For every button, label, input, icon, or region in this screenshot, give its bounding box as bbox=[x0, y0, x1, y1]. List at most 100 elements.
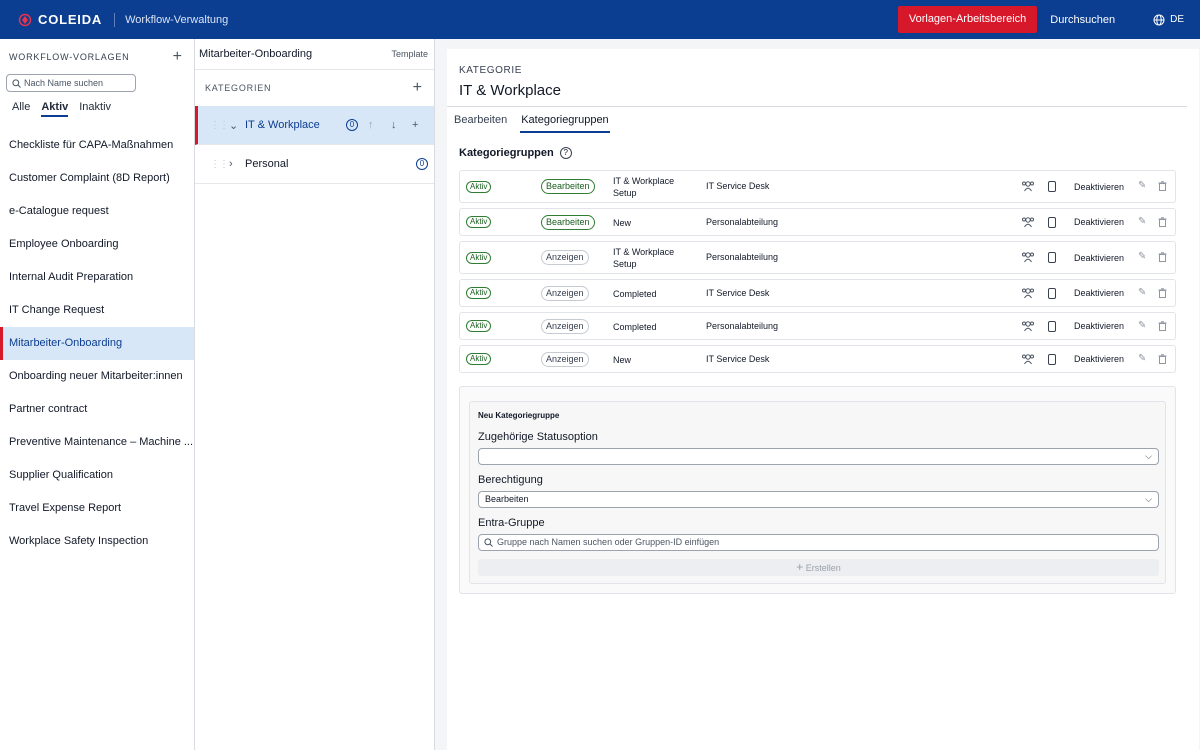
globe-icon bbox=[1153, 14, 1165, 25]
entra-group: IT Service Desk bbox=[706, 354, 770, 364]
group-row: Aktiv Bearbeiten IT & Workplace Setup IT… bbox=[459, 170, 1176, 203]
group-row: Aktiv Anzeigen Completed IT Service Desk… bbox=[459, 279, 1176, 307]
templates-sidebar: WORKFLOW-VORLAGEN + Nach Name suchen All… bbox=[0, 39, 195, 750]
status-option: IT & Workplace Setup bbox=[613, 176, 675, 198]
language-switcher[interactable]: DE bbox=[1153, 14, 1184, 26]
trash-icon[interactable] bbox=[1158, 321, 1167, 333]
device-icon[interactable] bbox=[1048, 354, 1056, 365]
logo-mark-icon bbox=[18, 13, 32, 26]
pencil-icon[interactable]: ✎ bbox=[1138, 251, 1146, 262]
template-list-item[interactable]: Partner contract bbox=[0, 393, 194, 426]
section-title-text: Kategoriegruppen bbox=[459, 147, 554, 159]
people-icon[interactable] bbox=[1021, 215, 1035, 231]
permission-badge: Bearbeiten bbox=[541, 179, 595, 194]
pencil-icon[interactable]: ✎ bbox=[1138, 287, 1146, 298]
template-list-item[interactable]: Customer Complaint (8D Report) bbox=[0, 162, 194, 195]
entra-group-search-input[interactable]: Gruppe nach Namen suchen oder Gruppen-ID… bbox=[478, 534, 1159, 551]
new-category-group-form: Neu Kategoriegruppe Zugehörige Statusopt… bbox=[469, 401, 1166, 584]
template-list-item[interactable]: Workplace Safety Inspection bbox=[0, 525, 194, 558]
people-icon[interactable] bbox=[1021, 250, 1035, 266]
tab-edit[interactable]: Bearbeiten bbox=[453, 112, 508, 133]
deactivate-button[interactable]: Deaktivieren bbox=[1074, 354, 1124, 364]
template-list-item[interactable]: Travel Expense Report bbox=[0, 492, 194, 525]
language-code: DE bbox=[1170, 14, 1184, 25]
create-button[interactable]: + Erstellen bbox=[478, 559, 1159, 576]
add-category-icon[interactable]: + bbox=[413, 80, 422, 96]
status-badge: Aktiv bbox=[466, 181, 492, 193]
filter-tab-active[interactable]: Aktiv bbox=[41, 101, 69, 117]
pencil-icon[interactable]: ✎ bbox=[1138, 180, 1146, 191]
template-search-input[interactable]: Nach Name suchen bbox=[6, 74, 136, 92]
template-list-item[interactable]: Onboarding neuer Mitarbeiter:innen bbox=[0, 360, 194, 393]
brand-logo[interactable]: COLEIDA bbox=[18, 12, 102, 27]
template-list-item[interactable]: e-Catalogue request bbox=[0, 195, 194, 228]
template-list-item[interactable]: Supplier Qualification bbox=[0, 459, 194, 492]
group-row: Aktiv Anzeigen Completed Personalabteilu… bbox=[459, 312, 1176, 340]
pencil-icon[interactable]: ✎ bbox=[1138, 353, 1146, 364]
deactivate-button[interactable]: Deaktivieren bbox=[1074, 288, 1124, 298]
category-label: Personal bbox=[245, 158, 289, 170]
deactivate-button[interactable]: Deaktivieren bbox=[1074, 182, 1124, 192]
people-icon[interactable] bbox=[1021, 179, 1035, 195]
trash-icon[interactable] bbox=[1158, 288, 1167, 300]
template-filter-tabs: Alle Aktiv Inaktiv bbox=[12, 101, 194, 123]
filter-tab-all[interactable]: Alle bbox=[12, 101, 30, 123]
entra-group: IT Service Desk bbox=[706, 181, 770, 191]
deactivate-button[interactable]: Deaktivieren bbox=[1074, 321, 1124, 331]
trash-icon[interactable] bbox=[1158, 217, 1167, 229]
help-icon[interactable]: ? bbox=[559, 147, 572, 159]
device-icon[interactable] bbox=[1048, 181, 1056, 192]
add-template-icon[interactable]: + bbox=[173, 48, 182, 65]
pencil-icon[interactable]: ✎ bbox=[1138, 320, 1146, 331]
status-option-select[interactable]: ⌵ bbox=[478, 448, 1159, 465]
templates-workspace-button[interactable]: Vorlagen-Arbeitsbereich bbox=[897, 6, 1038, 33]
category-row-personal[interactable]: ⋮⋮ › Personal 0 bbox=[195, 145, 434, 184]
chevron-down-icon: ⌵ bbox=[1145, 451, 1152, 461]
tab-category-groups[interactable]: Kategoriegruppen bbox=[520, 112, 610, 133]
device-icon[interactable] bbox=[1048, 288, 1056, 299]
template-list-item[interactable]: Checkliste für CAPA-Maßnahmen bbox=[0, 129, 194, 162]
entra-group: Personalabteilung bbox=[706, 321, 779, 331]
people-icon[interactable] bbox=[1021, 286, 1035, 302]
drag-handle-icon[interactable]: ⋮⋮ bbox=[209, 120, 229, 131]
status-badge: Aktiv bbox=[466, 320, 492, 332]
filter-tab-inactive[interactable]: Inaktiv bbox=[79, 101, 111, 123]
category-count-badge: 0 bbox=[416, 158, 428, 170]
group-row: Aktiv Bearbeiten New Personalabteilung D… bbox=[459, 208, 1176, 236]
add-subcategory-icon[interactable]: + bbox=[412, 119, 418, 131]
trash-icon[interactable] bbox=[1158, 252, 1167, 264]
chevron-down-icon: ⌵ bbox=[1145, 494, 1152, 504]
category-row-it-workplace[interactable]: ⋮⋮ ⌄ IT & Workplace 0 ↑ ↓ + bbox=[195, 106, 434, 145]
trash-icon[interactable] bbox=[1158, 181, 1167, 193]
trash-icon[interactable] bbox=[1158, 354, 1167, 366]
deactivate-button[interactable]: Deaktivieren bbox=[1074, 253, 1124, 263]
device-icon[interactable] bbox=[1048, 217, 1056, 228]
template-list-item-selected[interactable]: Mitarbeiter-Onboarding bbox=[0, 327, 194, 360]
drag-handle-icon[interactable]: ⋮⋮ bbox=[209, 159, 229, 170]
device-icon[interactable] bbox=[1048, 321, 1056, 332]
chevron-down-icon[interactable]: ⌄ bbox=[229, 119, 243, 132]
device-icon[interactable] bbox=[1048, 252, 1056, 263]
template-list-item[interactable]: IT Change Request bbox=[0, 294, 194, 327]
template-name: Mitarbeiter-Onboarding bbox=[199, 48, 313, 60]
brand-name: COLEIDA bbox=[38, 12, 103, 27]
deactivate-button[interactable]: Deaktivieren bbox=[1074, 217, 1124, 227]
move-up-icon[interactable]: ↑ bbox=[368, 119, 374, 131]
category-details-area: KATEGORIE IT & Workplace Bearbeiten Kate… bbox=[435, 39, 1200, 750]
create-button-label: Erstellen bbox=[805, 563, 841, 573]
move-down-icon[interactable]: ↓ bbox=[391, 119, 397, 131]
permission-select[interactable]: Bearbeiten ⌵ bbox=[478, 491, 1159, 508]
browse-link[interactable]: Durchsuchen bbox=[1050, 14, 1115, 26]
templates-title: WORKFLOW-VORLAGEN bbox=[9, 51, 130, 62]
people-icon[interactable] bbox=[1021, 319, 1035, 335]
entra-group: Personalabteilung bbox=[706, 252, 779, 262]
people-icon[interactable] bbox=[1021, 352, 1035, 368]
template-search-placeholder: Nach Name suchen bbox=[24, 78, 104, 88]
pencil-icon[interactable]: ✎ bbox=[1138, 216, 1146, 227]
plus-icon: + bbox=[796, 560, 804, 574]
chevron-right-icon[interactable]: › bbox=[229, 158, 243, 170]
template-list-item[interactable]: Preventive Maintenance – Machine ... bbox=[0, 426, 194, 459]
template-list-item[interactable]: Internal Audit Preparation bbox=[0, 261, 194, 294]
template-list-item[interactable]: Employee Onboarding bbox=[0, 228, 194, 261]
template-type-badge: Template bbox=[391, 49, 428, 59]
